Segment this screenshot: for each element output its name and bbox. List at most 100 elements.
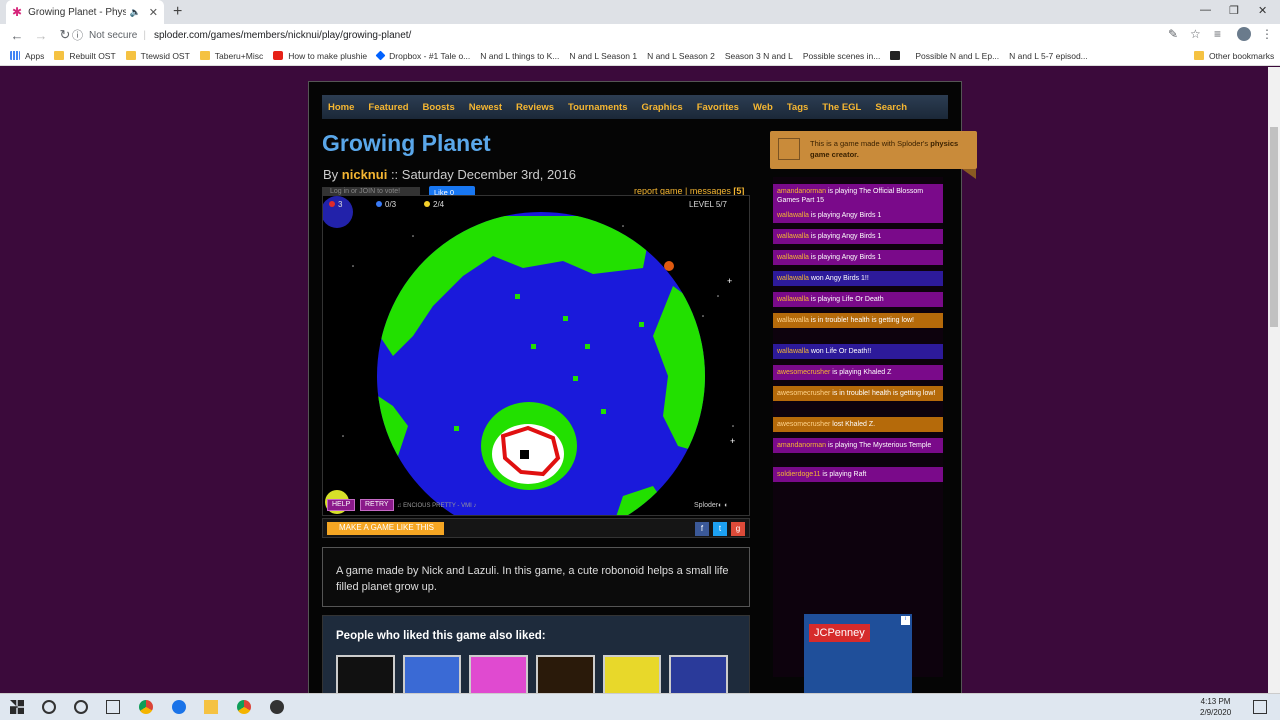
feed-item[interactable]: wallawalla is in trouble! health is gett… (773, 313, 943, 328)
feed-item[interactable]: awesomecrusher lost Khaled Z. (773, 417, 943, 432)
obs-icon[interactable] (270, 700, 284, 714)
feed-username[interactable]: awesomecrusher (777, 390, 830, 397)
feed-username[interactable]: amandanorman (777, 442, 826, 449)
retry-button[interactable]: RETRY (360, 499, 394, 511)
bookmark-item[interactable]: Apps (10, 51, 44, 61)
physics-creator-promo[interactable]: This is a game made with Sploder's physi… (770, 131, 977, 169)
restore-icon[interactable]: ❐ (1229, 4, 1239, 17)
search-icon[interactable] (42, 700, 56, 714)
nav-link-search[interactable]: Search (875, 102, 907, 113)
feed-username[interactable]: wallawalla (777, 317, 809, 324)
facebook-share-icon[interactable]: f (695, 522, 709, 536)
scrollbar-thumb[interactable] (1270, 127, 1278, 327)
nav-link-tags[interactable]: Tags (787, 102, 808, 113)
start-icon[interactable] (10, 700, 24, 714)
reload-icon[interactable]: ↻ (58, 27, 72, 43)
feed-username[interactable]: wallawalla (777, 275, 809, 282)
forward-icon[interactable]: → (34, 28, 48, 43)
feed-item[interactable]: soldierdoge11 is playing Raft (773, 467, 943, 482)
chrome-active-icon[interactable] (237, 700, 251, 714)
close-window-icon[interactable]: ✕ (1258, 4, 1267, 17)
bookmark-item[interactable]: Dropbox - #1 Tale o... (375, 51, 470, 61)
nav-link-graphics[interactable]: Graphics (642, 102, 683, 113)
feed-item[interactable]: awesomecrusher is in trouble! health is … (773, 386, 943, 401)
game-thumbnail[interactable] (336, 655, 395, 693)
file-explorer-icon[interactable] (204, 700, 218, 714)
feed-username[interactable]: wallawalla (777, 233, 809, 240)
page-scrollbar[interactable] (1268, 67, 1280, 693)
bookmark-item[interactable]: Taberu+Misc (199, 51, 263, 61)
nav-link-the-egl[interactable]: The EGL (822, 102, 861, 113)
info-icon[interactable]: ⓘ (72, 27, 83, 43)
feed-username[interactable]: wallawalla (777, 296, 809, 303)
game-thumbnail[interactable] (469, 655, 529, 693)
feed-item[interactable]: wallawalla won Angy Birds 1!! (773, 271, 943, 286)
game-thumbnail[interactable] (536, 655, 595, 693)
feed-username[interactable]: wallawalla (777, 212, 809, 219)
feed-item[interactable]: awesomecrusher is playing Khaled Z (773, 365, 943, 380)
back-icon[interactable]: ← (10, 28, 24, 43)
address-bar[interactable]: ⓘ Not secure | sploder.com/games/members… (72, 25, 1162, 45)
menu-icon[interactable]: ⋮ (1261, 27, 1273, 41)
sploder-logo[interactable]: Sploder◐ ◐ (694, 502, 729, 509)
bookmark-item[interactable]: Season 3 N and L (0, 51, 793, 122)
bookmark-item[interactable]: N and L Season 1 (0, 51, 637, 122)
cortana-icon[interactable] (74, 700, 88, 714)
feed-username[interactable]: awesomecrusher (777, 369, 830, 376)
nav-link-reviews[interactable]: Reviews (516, 102, 554, 113)
profile-avatar[interactable] (1237, 27, 1251, 41)
advertisement[interactable]: JCPenney i (804, 614, 912, 693)
feed-username[interactable]: awesomecrusher (777, 421, 830, 428)
close-tab-icon[interactable]: ✕ (149, 6, 158, 19)
game-thumbnail[interactable] (602, 655, 662, 693)
nav-link-favorites[interactable]: Favorites (697, 102, 739, 113)
nav-link-newest[interactable]: Newest (469, 102, 502, 113)
minimize-icon[interactable]: — (1200, 4, 1211, 16)
game-canvas[interactable]: + + 3 0/3 2/4 LEVEL 5/7 HELP RETRY ♫ ENC… (322, 195, 750, 516)
reading-list-icon[interactable]: ≡ (1214, 27, 1221, 41)
twitter-share-icon[interactable]: t (713, 522, 727, 536)
bookmark-item[interactable]: N and L Season 2 (0, 51, 715, 122)
browser-tab[interactable]: ✱ Growing Planet - Physics Ga 🔈 ✕ (6, 0, 164, 24)
feed-username[interactable]: amandanorman (777, 188, 826, 195)
nav-link-featured[interactable]: Featured (368, 102, 408, 113)
notifications-icon[interactable] (1253, 700, 1267, 714)
game-thumbnail[interactable] (669, 655, 729, 693)
bookmark-item[interactable] (890, 51, 905, 60)
extension-icon[interactable]: ✎ (1168, 27, 1178, 41)
feed-item[interactable]: wallawalla is playing Angy Birds 1 (773, 208, 943, 223)
speaker-icon[interactable]: 🔈 (130, 7, 141, 18)
make-game-button[interactable]: MAKE A GAME LIKE THIS (327, 522, 444, 535)
chrome-icon[interactable] (139, 700, 153, 714)
bookmark-item[interactable]: Rebuilt OST (54, 51, 116, 61)
other-bookmarks[interactable]: Other bookmarks (1194, 51, 1274, 61)
feed-username[interactable]: soldierdoge11 (777, 471, 820, 478)
task-view-icon[interactable] (106, 700, 120, 714)
bookmark-item[interactable]: Ttewsid OST (125, 51, 190, 61)
nav-link-tournaments[interactable]: Tournaments (568, 102, 627, 113)
bookmark-item[interactable]: N and L things to K... (0, 51, 559, 122)
ad-info-icon[interactable]: i (901, 616, 910, 625)
author-link[interactable]: nicknui (342, 167, 388, 182)
game-thumbnail[interactable] (402, 655, 462, 693)
google-plus-share-icon[interactable]: g (731, 522, 745, 536)
feed-item[interactable]: amandanorman is playing The Mysterious T… (773, 438, 943, 453)
feed-item[interactable]: wallawalla is playing Angy Birds 1 (773, 250, 943, 265)
bookmark-item[interactable]: How to make plushie (273, 51, 367, 61)
bookmark-item[interactable]: N and L 5-7 episod... (0, 51, 1088, 122)
bookmark-item[interactable]: Possible N and L Ep... (0, 51, 999, 122)
system-clock[interactable]: 4:13 PM 2/9/2020 (1200, 696, 1231, 718)
new-tab-button[interactable]: + (173, 3, 182, 21)
feed-item[interactable]: wallawalla is playing Life Or Death (773, 292, 943, 307)
feed-item[interactable]: wallawalla is playing Angy Birds 1 (773, 229, 943, 244)
feed-username[interactable]: wallawalla (777, 348, 809, 355)
help-button[interactable]: HELP (327, 499, 356, 511)
bookmark-star-icon[interactable]: ☆ (1190, 27, 1201, 41)
bookmark-item[interactable]: Possible scenes in... (0, 51, 880, 122)
nav-link-web[interactable]: Web (753, 102, 773, 113)
edge-icon[interactable] (172, 700, 186, 714)
nav-link-home[interactable]: Home (328, 102, 354, 113)
nav-link-boosts[interactable]: Boosts (423, 102, 455, 113)
feed-item[interactable]: amandanorman is playing The Official Blo… (773, 184, 943, 208)
feed-item[interactable]: wallawalla won Life Or Death!! (773, 344, 943, 359)
